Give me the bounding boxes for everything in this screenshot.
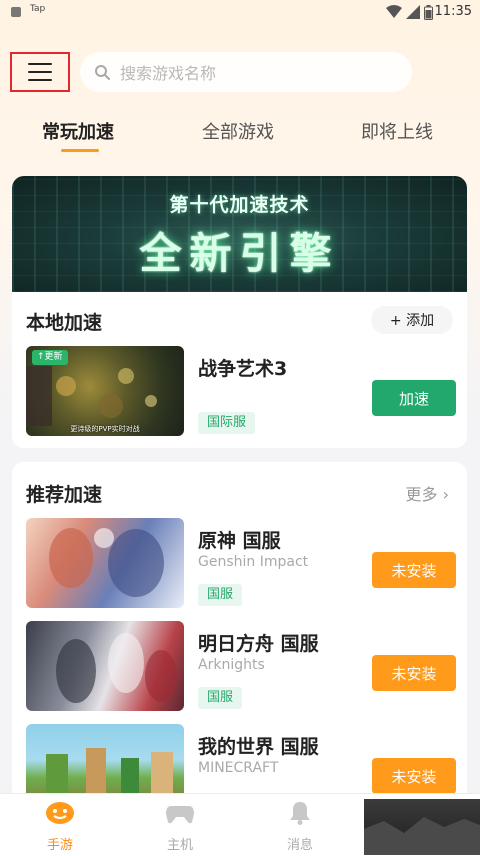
section-title-local: 本地加速 <box>26 312 103 334</box>
recommended-card: 推荐加速 更多 › 原神 国服 Genshin Impact 国服 未安装 明日… <box>12 462 467 802</box>
game-title: 我的世界 国服 <box>198 736 319 758</box>
game-thumbnail <box>26 621 184 711</box>
app-notification-icon <box>10 0 22 24</box>
not-installed-button[interactable]: 未安装 <box>372 552 456 588</box>
server-tag: 国服 <box>198 687 243 709</box>
battery-icon <box>424 0 433 24</box>
banner-subtitle: 第十代加速技术 <box>169 194 310 216</box>
nav-console[interactable]: 主机 <box>140 800 220 853</box>
game-row-war-art-3[interactable]: ↑更新 更诗级的PVP实时对战 战争艺术3 国际服 加速 <box>26 346 456 438</box>
nav-label: 消息 <box>286 838 313 853</box>
update-badge: ↑更新 <box>32 350 68 365</box>
local-acceleration-card: 第十代加速技术 全新引擎 本地加速 + 添加 ↑更新 更诗级的PVP实时对战 战… <box>12 176 467 448</box>
search-input[interactable]: 搜索游戏名称 <box>80 52 412 92</box>
game-row-minecraft[interactable]: 我的世界 国服 MINECRAFT 未安装 <box>26 724 456 802</box>
tab-bar: 常玩加速 全部游戏 即将上线 <box>0 118 480 158</box>
more-link[interactable]: 更多 › <box>406 481 450 505</box>
search-icon <box>95 65 110 80</box>
accelerate-button[interactable]: 加速 <box>372 380 456 416</box>
nav-label: 手游 <box>46 838 73 853</box>
status-time: 11:35 <box>434 4 472 19</box>
gamepad-face-icon <box>46 802 74 824</box>
nav-mobile-games[interactable]: 手游 <box>20 800 100 853</box>
server-tag: 国服 <box>198 584 243 606</box>
signal-icon <box>406 0 420 24</box>
game-title: 明日方舟 国服 <box>198 633 319 655</box>
tab-frequent[interactable]: 常玩加速 <box>42 118 114 144</box>
menu-button[interactable] <box>10 52 70 92</box>
nav-label: 主机 <box>166 838 193 853</box>
game-thumbnail: ↑更新 更诗级的PVP实时对战 <box>26 346 184 436</box>
game-row-genshin[interactable]: 原神 国服 Genshin Impact 国服 未安装 <box>26 518 456 610</box>
corner-thumbnail-image <box>364 799 480 855</box>
console-controller-icon <box>166 806 194 824</box>
thumbnail-caption: 更诗级的PVP实时对战 <box>70 425 140 433</box>
game-thumbnail <box>26 724 184 802</box>
server-tag: 国际服 <box>198 412 256 434</box>
hamburger-icon <box>28 63 52 82</box>
game-title: 战争艺术3 <box>198 358 288 380</box>
game-title: 原神 国服 <box>198 530 281 552</box>
game-subtitle: MINECRAFT <box>198 760 279 776</box>
section-title-recommended: 推荐加速 <box>26 484 103 506</box>
tab-coming-soon[interactable]: 即将上线 <box>361 118 433 144</box>
game-thumbnail <box>26 518 184 608</box>
active-tab-indicator <box>61 149 99 152</box>
not-installed-button[interactable]: 未安装 <box>372 655 456 691</box>
promo-banner[interactable]: 第十代加速技术 全新引擎 <box>12 176 467 292</box>
banner-title: 全新引擎 <box>139 229 340 278</box>
wifi-icon <box>386 0 402 24</box>
status-bar: Tap 11:35 <box>0 0 480 24</box>
bell-icon <box>290 802 310 825</box>
status-app-label: Tap <box>30 4 46 14</box>
search-placeholder: 搜索游戏名称 <box>120 64 217 83</box>
game-subtitle: Arknights <box>198 657 265 673</box>
game-row-arknights[interactable]: 明日方舟 国服 Arknights 国服 未安装 <box>26 621 456 713</box>
add-game-button[interactable]: + 添加 <box>371 306 453 334</box>
nav-messages[interactable]: 消息 <box>260 800 340 853</box>
not-installed-button[interactable]: 未安装 <box>372 758 456 794</box>
game-subtitle: Genshin Impact <box>198 554 309 570</box>
tab-all-games[interactable]: 全部游戏 <box>202 118 274 144</box>
